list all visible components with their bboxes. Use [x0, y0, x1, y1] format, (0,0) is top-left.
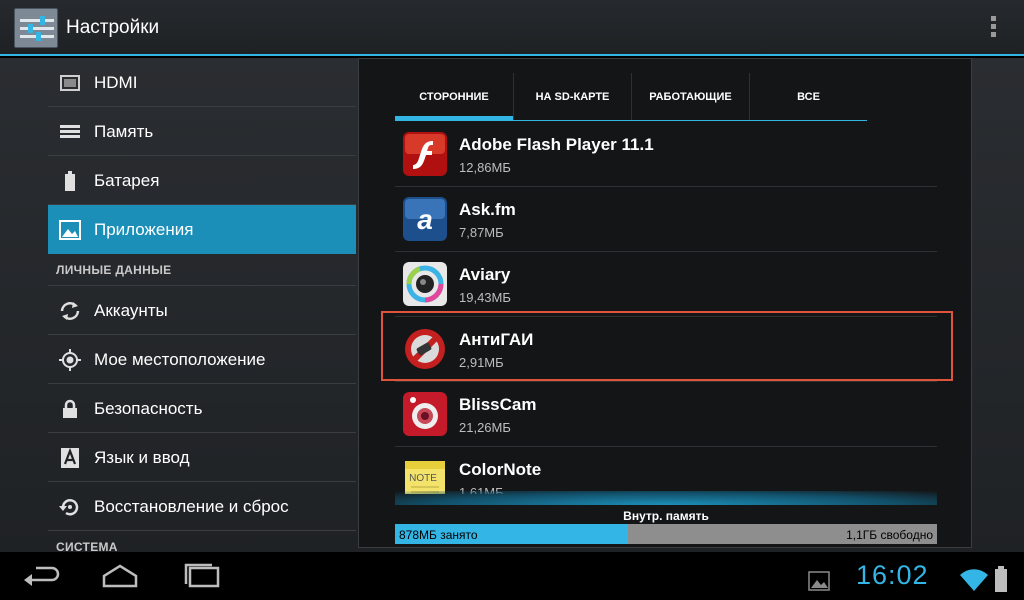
app-row-askfm[interactable]: a Ask.fm 7,87МБ: [395, 187, 937, 252]
gallery-notification-icon[interactable]: [808, 566, 830, 596]
apps-panel: СТОРОННИЕ НА SD-КАРТЕ РАБОТАЮЩИЕ ВСЕ Ado…: [358, 58, 972, 548]
apps-icon: [59, 220, 81, 240]
menu-item-label: Восстановление и сброс: [94, 497, 289, 516]
main-area: HDMI Память Батарея Приложения ЛИЧНЫЕ ДА…: [0, 58, 1024, 552]
menu-item-battery[interactable]: Батарея: [48, 156, 356, 205]
location-icon: [59, 349, 81, 371]
tab-downloaded[interactable]: СТОРОННИЕ: [395, 73, 513, 121]
app-row-blisscam[interactable]: BlissCam 21,26МБ: [395, 382, 937, 447]
storage-glow: [395, 491, 937, 505]
menu-item-label: Безопасность: [94, 399, 203, 418]
status-clock: 16:02: [856, 560, 929, 590]
app-size: 21,26МБ: [459, 420, 511, 435]
settings-menu: HDMI Память Батарея Приложения ЛИЧНЫЕ ДА…: [48, 58, 356, 552]
section-header-personal: ЛИЧНЫЕ ДАННЫЕ: [48, 254, 356, 286]
section-header-system: СИСТЕМА: [48, 531, 356, 552]
wifi-icon: [960, 569, 988, 591]
menu-item-accounts[interactable]: Аккаунты: [48, 286, 356, 335]
menu-item-label: Батарея: [94, 171, 160, 190]
settings-app-icon[interactable]: [14, 8, 58, 48]
app-size: 2,91МБ: [459, 355, 504, 370]
app-row-antigai[interactable]: АнтиГАИ 2,91МБ: [395, 317, 937, 382]
app-row-colornote[interactable]: NOTE ColorNote 1,61МБ: [395, 447, 937, 494]
app-list: Adobe Flash Player 11.1 12,86МБ a Ask.fm…: [395, 122, 937, 494]
app-name: Adobe Flash Player 11.1: [459, 135, 654, 154]
storage-free-text: 1,1ГБ свободно: [846, 528, 933, 542]
home-icon[interactable]: [100, 562, 140, 592]
overflow-menu-icon[interactable]: [990, 16, 998, 40]
storage-label: Внутр. память: [623, 509, 709, 523]
tab-sd-card[interactable]: НА SD-КАРТЕ: [513, 73, 631, 120]
menu-item-label: Мое местоположение: [94, 350, 266, 369]
colornote-icon: NOTE: [405, 461, 445, 494]
back-icon[interactable]: [22, 562, 62, 592]
action-bar: Настройки: [0, 0, 1024, 56]
app-tabs: СТОРОННИЕ НА SD-КАРТЕ РАБОТАЮЩИЕ ВСЕ: [395, 73, 867, 121]
keyboard-icon: [61, 447, 79, 468]
system-bar: 16:02: [0, 552, 1024, 600]
menu-item-label: Приложения: [94, 220, 194, 239]
blisscam-icon: [403, 392, 447, 436]
hdmi-icon: [60, 75, 80, 91]
svg-text:NOTE: NOTE: [409, 473, 437, 484]
svg-text:a: a: [417, 204, 433, 235]
backup-icon: [59, 499, 79, 516]
app-name: Ask.fm: [459, 200, 516, 219]
app-size: 19,43МБ: [459, 290, 511, 305]
menu-item-label: Память: [94, 122, 154, 141]
menu-item-language[interactable]: Язык и ввод: [48, 433, 356, 482]
sync-icon: [60, 302, 80, 320]
app-name: АнтиГАИ: [459, 330, 534, 349]
app-size: 7,87МБ: [459, 225, 504, 240]
menu-item-apps[interactable]: Приложения: [48, 205, 356, 254]
menu-item-location[interactable]: Мое местоположение: [48, 335, 356, 384]
app-name: ColorNote: [459, 460, 542, 479]
active-tab-indicator: [395, 116, 513, 121]
menu-item-hdmi[interactable]: HDMI: [48, 58, 356, 107]
page-title: Настройки: [66, 17, 160, 38]
app-name: BlissCam: [459, 395, 537, 414]
storage-bar: 878МБ занято 1,1ГБ свободно: [395, 524, 937, 544]
tab-running[interactable]: РАБОТАЮЩИЕ: [631, 73, 749, 120]
battery-status-icon: [995, 566, 1007, 592]
flash-player-icon: [403, 132, 447, 176]
menu-item-label: Аккаунты: [94, 301, 168, 320]
app-row-aviary[interactable]: Aviary 19,43МБ: [395, 252, 937, 317]
antigai-icon: [405, 329, 445, 369]
menu-item-backup-reset[interactable]: Восстановление и сброс: [48, 482, 356, 531]
recent-apps-icon[interactable]: [182, 562, 222, 592]
menu-item-storage[interactable]: Память: [48, 107, 356, 156]
storage-icon: [60, 125, 80, 138]
app-name: Aviary: [459, 265, 511, 284]
aviary-icon: [403, 262, 447, 306]
menu-item-security[interactable]: Безопасность: [48, 384, 356, 433]
lock-icon: [63, 399, 77, 418]
tab-all[interactable]: ВСЕ: [749, 73, 867, 120]
app-row-flash-player[interactable]: Adobe Flash Player 11.1 12,86МБ: [395, 122, 937, 187]
battery-icon: [65, 171, 75, 191]
menu-item-label: Язык и ввод: [94, 448, 190, 467]
menu-item-label: HDMI: [94, 73, 138, 92]
app-size: 12,86МБ: [459, 160, 511, 175]
storage-used-text: 878МБ занято: [399, 528, 478, 542]
askfm-icon: a: [403, 197, 447, 241]
